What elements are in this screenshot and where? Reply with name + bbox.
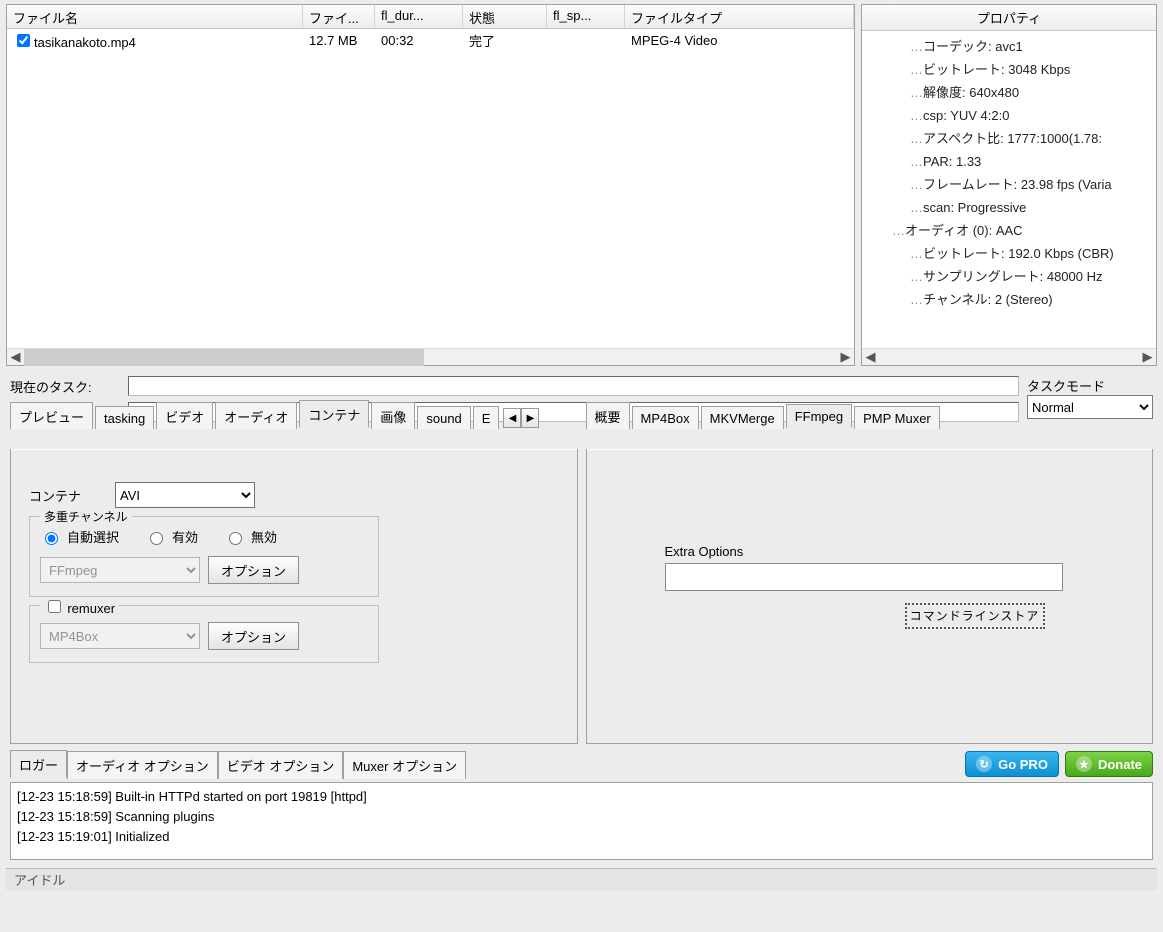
tab-sound[interactable]: sound [417,406,470,429]
current-task-label: 現在のタスク: [10,377,120,396]
right-tab-panel: 概要MP4BoxMKVMergeFFmpegPMP Muxer Extra Op… [586,449,1154,744]
tab-プレビュー[interactable]: プレビュー [10,402,93,429]
bottom-tab-0[interactable]: ロガー [10,750,67,778]
scroll-right-icon[interactable]: ▶ [1139,349,1156,366]
bottom-tab-2[interactable]: ビデオ オプション [218,751,344,779]
container-label: コンテナ [29,486,93,505]
tab-pmp muxer[interactable]: PMP Muxer [854,406,940,429]
log-line: [12-23 15:18:59] Scanning plugins [17,807,1146,827]
tab-オーディオ[interactable]: オーディオ [215,402,297,429]
tab-コンテナ[interactable]: コンテナ [299,400,369,428]
tab-ビデオ[interactable]: ビデオ [156,402,213,429]
col-filesize[interactable]: ファイ... [303,5,375,28]
current-task-progress [128,376,1019,396]
scroll-left-icon[interactable]: ◀ [7,349,24,366]
bottom-tab-3[interactable]: Muxer オプション [343,751,466,779]
log-output[interactable]: [12-23 15:18:59] Built-in HTTPd started … [10,782,1153,860]
col-speed[interactable]: fl_sp... [547,5,625,28]
scroll-left-icon[interactable]: ◀ [862,349,879,366]
refresh-icon: ↻ [976,756,992,772]
col-filetype[interactable]: ファイルタイプ [625,5,854,28]
property-item[interactable]: ビットレート: 3048 Kbps [864,58,1154,81]
mux-option-button[interactable]: オプション [208,556,299,584]
donate-button[interactable]: ★Donate [1065,751,1153,777]
property-item[interactable]: ビットレート: 192.0 Kbps (CBR) [864,242,1154,265]
property-item[interactable]: csp: YUV 4:2:0 [864,104,1154,127]
property-item[interactable]: チャンネル: 2 (Stereo) [864,288,1154,311]
file-row-duration: 00:32 [375,33,463,48]
properties-panel: プロパティ コーデック: avc1ビットレート: 3048 Kbps解像度: 6… [861,4,1157,366]
log-line: [12-23 15:19:01] Initialized [17,827,1146,847]
tab-prev-icon[interactable]: ◀ [503,408,521,428]
log-line: [12-23 15:18:59] Built-in HTTPd started … [17,787,1146,807]
tab-概要[interactable]: 概要 [586,402,630,429]
file-list-panel: ファイル名 ファイ... fl_dur... 状態 fl_sp... ファイルタ… [6,4,855,366]
task-mode-select[interactable]: Normal [1027,395,1153,419]
status-text: アイドル [14,870,65,889]
remuxer-checkbox[interactable] [48,600,61,613]
extra-options-label: Extra Options [665,544,1143,559]
file-row[interactable]: tasikanakoto.mp4 12.7 MB 00:32 完了 MPEG-4… [7,29,854,51]
mux-legend: 多重チャンネル [40,508,132,525]
container-select[interactable]: AVI [115,482,255,508]
property-item[interactable]: サンプリングレート: 48000 Hz [864,265,1154,288]
status-bar: アイドル [6,868,1157,890]
property-item[interactable]: アスペクト比: 1777:1000(1.78: [864,127,1154,150]
remux-tool-select[interactable]: MP4Box [40,623,200,649]
tab-tasking[interactable]: tasking [95,406,154,429]
property-item[interactable]: フレームレート: 23.98 fps (Varia [864,173,1154,196]
file-row-size: 12.7 MB [303,33,375,48]
tab-e[interactable]: E [473,406,500,429]
property-item[interactable]: scan: Progressive [864,196,1154,219]
file-row-type: MPEG-4 Video [625,33,854,48]
property-item[interactable]: オーディオ (0): AAC [864,219,1154,242]
remux-option-button[interactable]: オプション [208,622,299,650]
mux-tool-select[interactable]: FFmpeg [40,557,200,583]
col-filename[interactable]: ファイル名 [7,5,303,28]
left-tab-panel: プレビューtaskingビデオオーディオコンテナ画像soundE◀▶ コンテナ … [10,449,578,744]
remux-legend: remuxer [40,597,119,616]
extra-options-input[interactable] [665,563,1063,591]
cmdline-store-button[interactable]: コマンドラインストア [905,603,1045,629]
radio-enable[interactable]: 有効 [145,527,198,546]
property-item[interactable]: 解像度: 640x480 [864,81,1154,104]
file-row-name: tasikanakoto.mp4 [34,35,136,50]
tab-mkvmerge[interactable]: MKVMerge [701,406,784,429]
properties-tree[interactable]: コーデック: avc1ビットレート: 3048 Kbps解像度: 640x480… [862,31,1156,348]
tab-ffmpeg[interactable]: FFmpeg [786,404,852,428]
col-duration[interactable]: fl_dur... [375,5,463,28]
file-row-checkbox[interactable] [17,34,30,47]
properties-header: プロパティ [862,5,1156,31]
star-icon: ★ [1076,756,1092,772]
properties-hscroll[interactable]: ◀ ▶ [862,348,1156,365]
task-mode-label: タスクモード [1027,376,1153,395]
col-status[interactable]: 状態 [463,5,547,28]
file-list-hscroll[interactable]: ◀ ▶ [7,348,854,365]
scroll-thumb[interactable] [24,349,424,366]
property-item[interactable]: コーデック: avc1 [864,35,1154,58]
radio-disable[interactable]: 無効 [224,527,277,546]
bottom-tab-1[interactable]: オーディオ オプション [67,751,218,779]
tab-mp4box[interactable]: MP4Box [632,406,699,429]
tab-画像[interactable]: 画像 [371,402,415,429]
tab-next-icon[interactable]: ▶ [521,408,539,428]
file-row-status: 完了 [463,31,547,50]
scroll-right-icon[interactable]: ▶ [837,349,854,366]
go-pro-button[interactable]: ↻Go PRO [965,751,1059,777]
mux-radio-group: 自動選択 有効 無効 [40,527,368,546]
radio-auto[interactable]: 自動選択 [40,527,119,546]
file-list-headers: ファイル名 ファイ... fl_dur... 状態 fl_sp... ファイルタ… [7,5,854,29]
property-item[interactable]: PAR: 1.33 [864,150,1154,173]
